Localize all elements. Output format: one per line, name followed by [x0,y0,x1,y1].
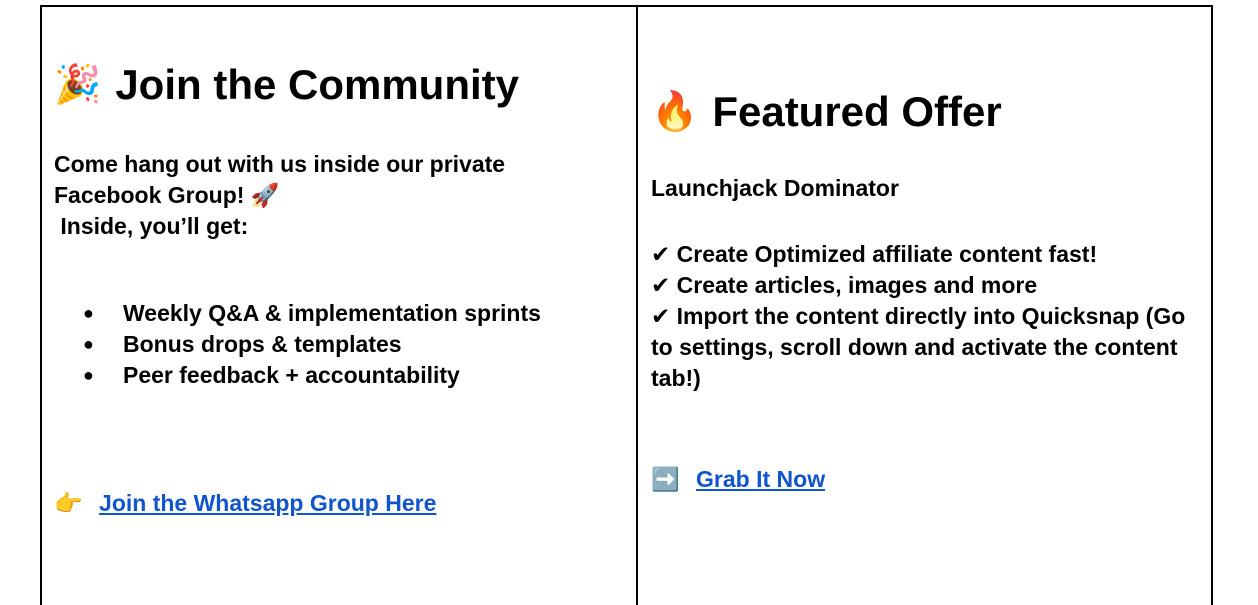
feature-item: ✔ Create Optimized affiliate content fas… [651,241,1098,267]
party-popper-icon: 🎉 [54,64,102,106]
bullet-icon: ● [83,365,94,385]
table-border-divider [636,5,638,605]
bullet-icon: ● [83,334,94,354]
whatsapp-link-line: 👉 Join the Whatsapp Group Here [54,488,436,519]
offer-name: Launchjack Dominator [651,175,899,201]
benefit-text: Peer feedback + accountability [123,362,460,388]
feature-item: ✔ Create articles, images and more [651,272,1038,298]
benefit-text: Bonus drops & templates [123,331,402,357]
list-item: ● Bonus drops & templates [83,329,614,360]
intro-line-1: Come hang out with us inside our private [54,151,506,177]
intro-line-2: Facebook Group! 🚀 [54,182,280,208]
two-column-table: 🎉 Join the Community Come hang out with … [0,0,1258,605]
community-cell: 🎉 Join the Community Come hang out with … [54,7,629,605]
join-whatsapp-link[interactable]: Join the Whatsapp Group Here [99,490,436,516]
benefit-text: Weekly Q&A & implementation sprints [123,300,541,326]
fire-icon: 🔥 [651,91,699,133]
featured-offer-heading-text: Featured Offer [712,88,1002,135]
pointing-hand-icon: 👉 [54,490,83,516]
grab-it-now-link[interactable]: Grab It Now [696,466,825,492]
grab-offer-link-line: ➡️ Grab It Now [651,464,825,495]
intro-line-3: Inside, you’ll get: [54,213,249,239]
list-item: ● Weekly Q&A & implementation sprints [83,298,614,329]
feature-item: ✔ Import the content directly into Quick… [651,303,1186,391]
community-heading-text: Join the Community [115,61,520,108]
community-heading: 🎉 Join the Community [54,60,519,110]
featured-offer-heading: 🔥 Featured Offer [651,87,1002,137]
right-arrow-icon: ➡️ [651,466,680,492]
benefits-list: ● Weekly Q&A & implementation sprints ● … [54,298,614,391]
community-intro: Come hang out with us inside our private… [54,149,629,242]
bullet-icon: ● [83,303,94,323]
featured-offer-cell: 🔥 Featured Offer Launchjack Dominator ✔ … [651,7,1206,605]
list-item: ● Peer feedback + accountability [83,360,614,391]
offer-features: ✔ Create Optimized affiliate content fas… [651,239,1206,394]
table-border-left [40,5,42,605]
table-border-right [1211,5,1213,605]
